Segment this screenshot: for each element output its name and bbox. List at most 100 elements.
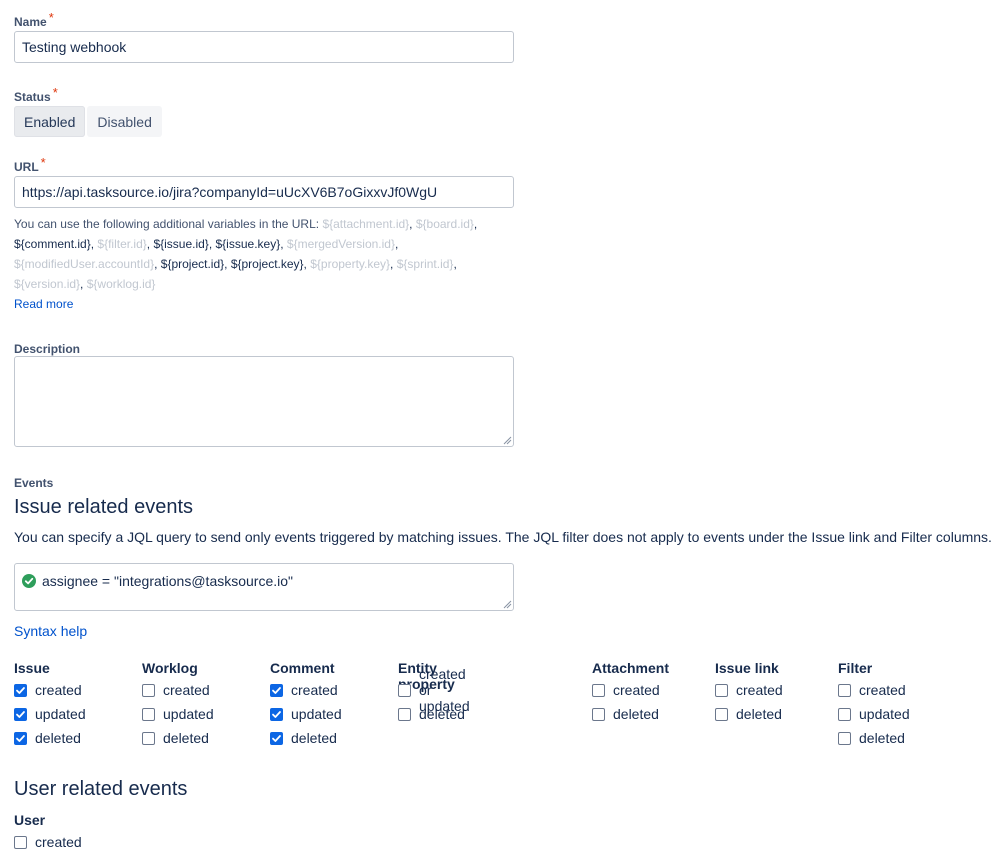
checkbox-label: created [613, 682, 660, 698]
syntax-help-link[interactable]: Syntax help [14, 623, 87, 639]
event-option-issue-created[interactable]: created [14, 678, 86, 702]
checkbox[interactable] [398, 683, 411, 697]
column-title-issue: Issue [14, 660, 50, 676]
events-label: Events [14, 476, 54, 490]
checkbox-checked[interactable] [14, 731, 27, 745]
event-option-attachment-deleted[interactable]: deleted [592, 702, 669, 726]
checkbox-checked[interactable] [270, 707, 283, 721]
name-field-label: Name * [14, 10, 54, 29]
url-variable: ${worklog.id} [86, 277, 156, 291]
check-icon [16, 734, 25, 742]
status-toggle: Enabled Disabled [14, 106, 162, 137]
check-icon [272, 710, 281, 718]
checkbox-label: created [35, 682, 82, 698]
check-icon [272, 686, 281, 694]
event-option-worklog-deleted[interactable]: deleted [142, 726, 214, 750]
event-option-comment-deleted[interactable]: deleted [270, 726, 342, 750]
checkbox[interactable] [838, 707, 851, 721]
event-option-user-created[interactable]: created [14, 830, 82, 854]
checkbox-label: updated [291, 706, 342, 722]
event-option-issue-updated[interactable]: updated [14, 702, 86, 726]
user-events-column: User created [14, 812, 82, 854]
checkbox[interactable] [592, 683, 605, 697]
url-variable: ${mergedVersion.id} [286, 237, 395, 251]
name-input[interactable]: Testing webhook [14, 31, 514, 63]
url-variable: ${attachment.id} [322, 217, 410, 231]
comment-events-column: Comment created updated deleted [270, 660, 342, 750]
checkbox[interactable] [142, 707, 155, 721]
worklog-events-column: Worklog created updated deleted [142, 660, 214, 750]
checkbox[interactable] [14, 835, 27, 849]
url-input-value: https://api.tasksource.io/jira?companyId… [22, 184, 438, 200]
jql-query-value: assignee = "integrations@tasksource.io" [42, 573, 294, 589]
event-option-filter-deleted[interactable]: deleted [838, 726, 910, 750]
description-textarea[interactable] [14, 356, 514, 447]
url-variable: ${issue.key} [215, 237, 281, 251]
jql-help-text: You can specify a JQL query to send only… [14, 529, 992, 545]
issue-link-events-column: Issue link created deleted [715, 660, 783, 726]
event-option-issue-link-deleted[interactable]: deleted [715, 702, 783, 726]
url-field-label: URL * [14, 155, 46, 174]
column-title-worklog: Worklog [142, 660, 198, 676]
url-input[interactable]: https://api.tasksource.io/jira?companyId… [14, 176, 514, 208]
checkbox[interactable] [715, 683, 728, 697]
valid-check-icon [22, 574, 36, 588]
resize-handle-icon[interactable] [502, 599, 512, 609]
checkbox-label: updated [163, 706, 214, 722]
event-option-comment-updated[interactable]: updated [270, 702, 342, 726]
resize-handle-icon[interactable] [502, 435, 512, 445]
column-title-issue-link: Issue link [715, 660, 779, 676]
checkbox[interactable] [142, 731, 155, 745]
checkbox-checked[interactable] [270, 731, 283, 745]
event-option-worklog-updated[interactable]: updated [142, 702, 214, 726]
checkbox-label: deleted [35, 730, 81, 746]
required-mark: * [40, 155, 46, 170]
url-variable: ${project.key} [230, 257, 304, 271]
column-title-attachment: Attachment [592, 660, 670, 676]
status-enabled-button[interactable]: Enabled [14, 106, 86, 137]
checkbox-label: deleted [419, 706, 465, 722]
check-icon [16, 710, 25, 718]
checkbox-label: deleted [859, 730, 905, 746]
read-more-link[interactable]: Read more [14, 297, 73, 311]
checkbox-label: deleted [613, 706, 659, 722]
entity-property-events-column: Entity property created or updated deleted [398, 660, 470, 726]
column-title-filter: Filter [838, 660, 873, 676]
event-option-issue-deleted[interactable]: deleted [14, 726, 86, 750]
required-mark: * [52, 85, 58, 100]
check-icon [16, 686, 25, 694]
required-mark: * [48, 10, 54, 25]
url-variable: ${project.id} [160, 257, 225, 271]
checkbox[interactable] [715, 707, 728, 721]
url-variable: ${filter.id} [97, 237, 147, 251]
checkbox-checked[interactable] [14, 707, 27, 721]
filter-events-column: Filter created updated deleted [838, 660, 910, 750]
jql-input[interactable]: assignee = "integrations@tasksource.io" [14, 563, 514, 611]
url-variable: ${board.id} [415, 217, 474, 231]
checkbox[interactable] [838, 683, 851, 697]
url-variable: ${modifiedUser.accountId} [14, 257, 155, 271]
status-disabled-button[interactable]: Disabled [87, 106, 162, 137]
checkbox-checked[interactable] [14, 683, 27, 697]
event-option-filter-created[interactable]: created [838, 678, 910, 702]
checkbox-label: updated [859, 706, 910, 722]
checkbox[interactable] [592, 707, 605, 721]
url-variable: ${property.key} [310, 257, 391, 271]
attachment-events-column: Attachment created deleted [592, 660, 669, 726]
url-variable: ${sprint.id} [396, 257, 454, 271]
checkbox-checked[interactable] [270, 683, 283, 697]
event-option-attachment-created[interactable]: created [592, 678, 669, 702]
checkbox-label: created [736, 682, 783, 698]
checkbox[interactable] [142, 683, 155, 697]
event-option-filter-updated[interactable]: updated [838, 702, 910, 726]
event-option-issue-link-created[interactable]: created [715, 678, 783, 702]
url-variable: ${comment.id} [14, 237, 91, 251]
event-option-comment-created[interactable]: created [270, 678, 342, 702]
url-help-text: You can use the following additional var… [14, 214, 484, 294]
checkbox[interactable] [398, 707, 411, 721]
name-input-value: Testing webhook [22, 39, 127, 55]
event-option-entity-property-deleted[interactable]: deleted [398, 702, 470, 726]
event-option-worklog-created[interactable]: created [142, 678, 214, 702]
checkbox[interactable] [838, 731, 851, 745]
checkbox-label: created [35, 834, 82, 850]
